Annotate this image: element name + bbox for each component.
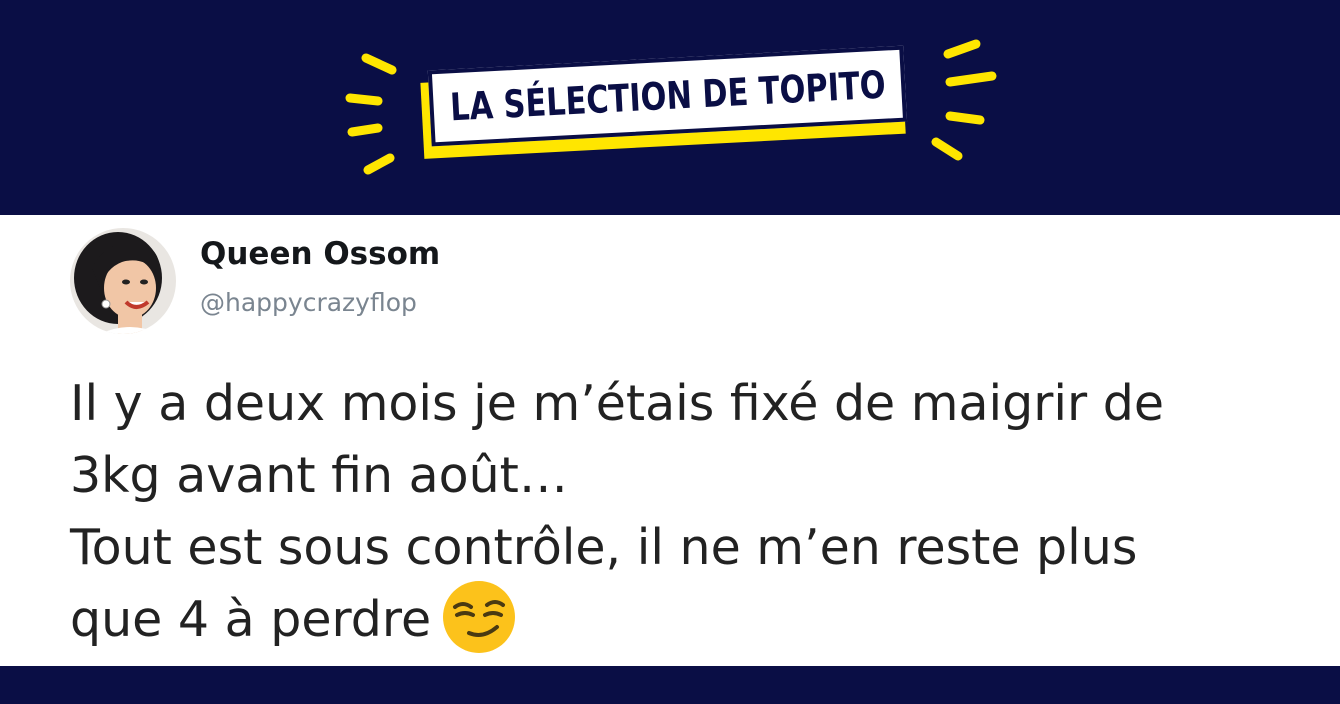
tweet-line: 3kg avant fin août… bbox=[70, 447, 568, 504]
avatar-portrait-icon bbox=[70, 228, 176, 334]
tweet-line-text: que 4 à perdre bbox=[70, 591, 432, 648]
tweet-text: Il y a deux mois je m’étais fixé de maig… bbox=[70, 368, 1310, 661]
user-handle[interactable]: @happycrazyflop bbox=[200, 288, 417, 317]
tweet-line: Il y a deux mois je m’étais fixé de maig… bbox=[70, 375, 1164, 432]
tweet-line-last: que 4 à perdre bbox=[70, 580, 1310, 661]
tweet-line: Tout est sous contrôle, il ne m’en reste… bbox=[70, 519, 1138, 576]
top-banner: LA SÉLECTION DE TOPITO bbox=[0, 0, 1340, 215]
smirking-face-icon bbox=[441, 579, 517, 655]
bottom-bar bbox=[0, 666, 1340, 704]
avatar[interactable] bbox=[70, 228, 176, 334]
display-name[interactable]: Queen Ossom bbox=[200, 236, 440, 272]
badge-title: LA SÉLECTION DE TOPITO bbox=[448, 62, 887, 130]
